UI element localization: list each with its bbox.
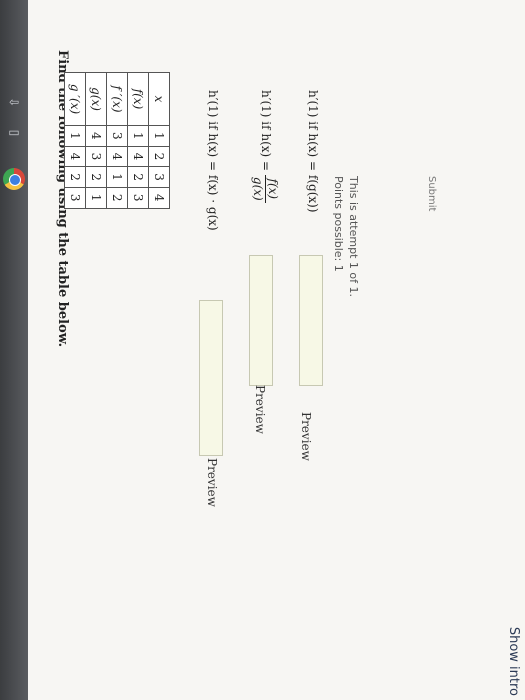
table-cell: 2 (148, 146, 170, 167)
device-bezel: ⇦ ▭ (0, 0, 28, 700)
part2-answer-input[interactable] (249, 255, 273, 386)
part3-answer-input[interactable] (299, 255, 323, 386)
part1-preview-button[interactable]: Preview (205, 458, 219, 507)
fraction: f(x) g(x) (251, 174, 280, 203)
table-row: f(x) 1 4 2 3 (127, 72, 149, 209)
table-cell: g ′(x) (64, 72, 86, 126)
part1-label: h′(1) if h(x) = f(x) · g(x) (206, 90, 220, 231)
table-cell: 2 (64, 166, 86, 188)
table-cell: 2 (127, 166, 149, 188)
table-row: x 1 2 3 4 (148, 72, 170, 209)
table-cell: g(x) (85, 72, 107, 126)
table-cell: 3 (64, 187, 86, 209)
table-cell: 4 (85, 125, 107, 147)
points-possible: Points possible: 1 (332, 176, 345, 272)
table-cell: 2 (106, 187, 128, 209)
table-cell: f(x) (127, 72, 149, 126)
table-cell: 3 (127, 187, 149, 209)
table-cell: 4 (127, 146, 149, 167)
table-cell: 4 (106, 146, 128, 167)
table-cell: 1 (106, 166, 128, 188)
table-cell: x (148, 72, 170, 126)
part2-preview-button[interactable]: Preview (253, 385, 267, 434)
part2-label: h′(1) if h(x) = f(x) g(x) (251, 90, 280, 203)
table-cell: f ′(x) (106, 72, 128, 126)
back-icon[interactable]: ⇦ (6, 95, 22, 111)
table-cell: 3 (106, 125, 128, 147)
browser-page: Show intro Find the following using the … (28, 0, 525, 700)
fraction-numerator: f(x) (265, 174, 280, 203)
table-cell: 4 (64, 146, 86, 167)
table-row: g(x) 4 3 2 1 (85, 72, 107, 209)
part2-label-prefix: h′(1) if h(x) = (259, 90, 273, 172)
table-cell: 1 (64, 125, 86, 147)
table-cell: 1 (127, 125, 149, 147)
values-table: x 1 2 3 4 f(x) 1 4 2 3 f ′(x) 3 4 1 2 g(… (64, 72, 170, 209)
table-cell: 2 (85, 166, 107, 188)
fraction-denominator: g(x) (251, 176, 265, 201)
table-cell: 1 (85, 187, 107, 209)
submit-button[interactable]: Submit (426, 176, 437, 211)
table-row: g ′(x) 1 4 2 3 (64, 72, 86, 209)
part3-preview-button[interactable]: Preview (299, 412, 313, 461)
attempt-info: This is attempt 1 of 1. (347, 176, 360, 297)
table-cell: 3 (85, 146, 107, 167)
table-cell: 3 (148, 166, 170, 188)
table-cell: 1 (148, 125, 170, 147)
rotated-content: Show intro Find the following using the … (28, 0, 525, 700)
part1-answer-input[interactable] (199, 300, 223, 456)
part3-label: h′(1) if h(x) = f(g(x)) (306, 90, 320, 213)
table-cell: 4 (148, 187, 170, 209)
window-icon[interactable]: ▭ (6, 125, 22, 141)
show-intro-link[interactable]: Show intro (506, 627, 521, 696)
chrome-icon[interactable] (3, 168, 25, 190)
table-row: f ′(x) 3 4 1 2 (106, 72, 128, 209)
